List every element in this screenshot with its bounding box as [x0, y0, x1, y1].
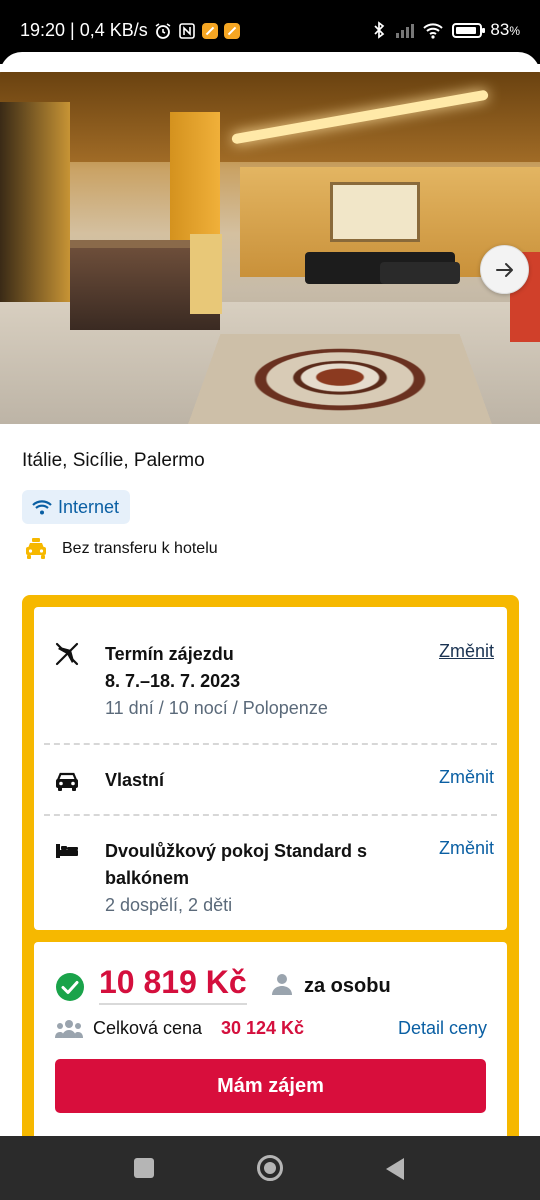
- divider: [44, 814, 497, 816]
- room-guests: 2 dospělí, 2 děti: [105, 895, 233, 915]
- term-dates: 8. 7.–18. 7. 2023: [105, 671, 241, 691]
- battery-percentage: 83%: [490, 20, 520, 39]
- system-nav-bar: [0, 1136, 540, 1200]
- bluetooth-icon: [374, 21, 385, 39]
- transfer-info: Bez transferu k hotelu: [24, 537, 218, 561]
- term-row: Termín zájezdu 8. 7.–18. 7. 2023 11 dní …: [54, 627, 494, 718]
- home-icon[interactable]: [257, 1155, 283, 1181]
- hotel-photo[interactable]: [0, 72, 540, 424]
- change-term-link[interactable]: Změnit: [439, 641, 494, 662]
- signal-icon: [396, 22, 415, 38]
- term-details: 11 dní / 10 nocí / Polopenze: [105, 698, 328, 718]
- interest-button[interactable]: Mám zájem: [55, 1059, 486, 1113]
- group-icon: [55, 1020, 83, 1038]
- term-title: Termín zájezdu: [105, 644, 234, 664]
- price-box: 10 819 Kč za osobu Celková cena 30 124 K…: [34, 942, 507, 1136]
- battery-icon: [452, 22, 486, 38]
- change-transport-link[interactable]: Změnit: [439, 767, 494, 788]
- internet-badge: Internet: [22, 490, 131, 524]
- room-title-line1: Dvoulůžkový pokoj Standard s: [105, 841, 368, 861]
- recent-apps-icon[interactable]: [134, 1158, 154, 1178]
- status-right: 83%: [370, 20, 520, 40]
- person-icon: [272, 974, 292, 995]
- transport-row: Vlastní Změnit: [54, 767, 494, 797]
- price-per-person[interactable]: 10 819 Kč: [99, 964, 247, 1005]
- airplane-icon: [55, 642, 79, 666]
- internet-label: Internet: [58, 496, 120, 517]
- booking-summary: Termín zájezdu 8. 7.–18. 7. 2023 11 dní …: [22, 595, 519, 1136]
- total-price-label: Celková cena: [93, 1018, 203, 1038]
- app-notification-icon: [201, 22, 218, 39]
- app-notification-icon: [223, 22, 240, 39]
- taxi-icon: [26, 538, 46, 559]
- bed-icon: [56, 844, 78, 858]
- transfer-label: Bez transferu k hotelu: [62, 540, 218, 557]
- next-photo-button[interactable]: [480, 245, 529, 294]
- back-icon[interactable]: [386, 1158, 404, 1180]
- per-person-label: za osobu: [304, 975, 391, 997]
- divider: [44, 743, 497, 745]
- wifi-icon: [423, 23, 444, 39]
- car-icon: [56, 772, 78, 791]
- booking-details: Termín zájezdu 8. 7.–18. 7. 2023 11 dní …: [34, 607, 507, 930]
- wifi-icon: [32, 500, 52, 515]
- nfc-icon: [178, 22, 195, 39]
- status-time-speed: 19:20 | 0,4 KB/s: [20, 20, 148, 40]
- room-row: Dvoulůžkový pokoj Standard s balkónem 2 …: [54, 838, 494, 928]
- transport-title: Vlastní: [105, 770, 165, 790]
- price-detail-link[interactable]: Detail ceny: [398, 1018, 487, 1039]
- hotel-location: Itálie, Sicílie, Palermo: [22, 450, 205, 471]
- total-price-value: 30 124 Kč: [221, 1018, 305, 1038]
- hotel-detail-sheet: Itálie, Sicílie, Palermo Internet Bez tr…: [0, 52, 540, 1136]
- arrow-right-icon: [495, 262, 513, 277]
- status-left: 19:20 | 0,4 KB/s: [20, 20, 240, 41]
- alarm-icon: [155, 22, 171, 39]
- check-circle-icon: [56, 973, 84, 1001]
- room-title-line2: balkónem: [105, 868, 190, 888]
- change-room-link[interactable]: Změnit: [439, 838, 494, 859]
